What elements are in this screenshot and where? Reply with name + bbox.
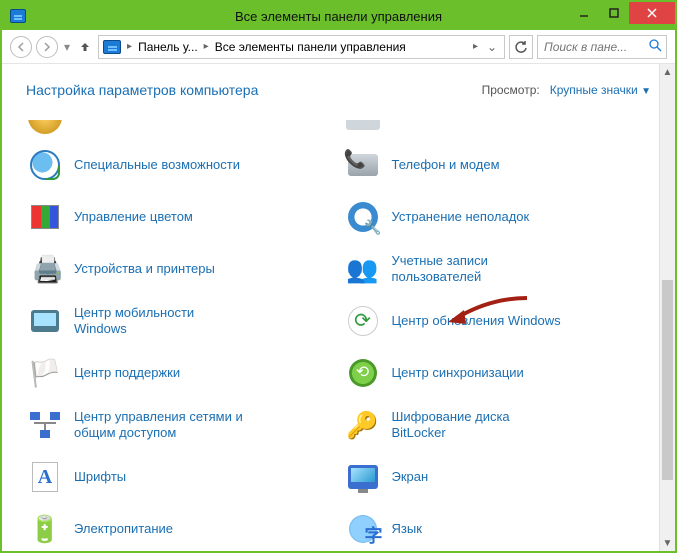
- scrollbar-thumb[interactable]: [662, 280, 673, 480]
- content-area: Настройка параметров компьютера Просмотр…: [2, 64, 675, 551]
- bitlocker-icon: 🔑: [346, 408, 380, 442]
- phone-modem-icon: [346, 148, 380, 182]
- back-button[interactable]: [10, 36, 32, 58]
- minimize-button[interactable]: [569, 2, 599, 24]
- cp-item-label: Центр мобильности Windows: [74, 305, 244, 338]
- close-button[interactable]: [629, 2, 675, 24]
- refresh-button[interactable]: [509, 35, 533, 59]
- breadcrumb-root[interactable]: Панель у...: [138, 40, 198, 54]
- cp-item-label: Шрифты: [74, 469, 126, 485]
- page-title: Настройка параметров компьютера: [26, 82, 258, 98]
- window-controls: [569, 2, 675, 24]
- mobility-center-icon: [28, 304, 62, 338]
- cp-item-devices-printers[interactable]: 🖨️ Устройства и принтеры: [28, 252, 334, 286]
- cp-item-label: Электропитание: [74, 521, 173, 537]
- cp-item-color-management[interactable]: Управление цветом: [28, 200, 334, 234]
- breadcrumb-dropdown[interactable]: ⌄: [484, 40, 500, 54]
- ease-of-access-icon: [28, 148, 62, 182]
- view-controls: Просмотр: Крупные значки ▼: [482, 83, 651, 97]
- cp-item-label: Телефон и модем: [392, 157, 500, 173]
- cp-item-ease-of-access[interactable]: Специальные возможности: [28, 148, 334, 182]
- cp-item-action-center[interactable]: 🏳️ Центр поддержки: [28, 356, 334, 390]
- windows-update-icon: ⟳: [346, 304, 380, 338]
- cp-item-display[interactable]: Экран: [346, 460, 652, 494]
- cp-item-phone-modem[interactable]: Телефон и модем: [346, 148, 652, 182]
- color-management-icon: [28, 200, 62, 234]
- cp-item-mobility-center[interactable]: Центр мобильности Windows: [28, 304, 334, 338]
- cp-item-label: Устройства и принтеры: [74, 261, 215, 277]
- troubleshooting-icon: [346, 200, 380, 234]
- page-header: Настройка параметров компьютера Просмотр…: [2, 64, 675, 110]
- navbar: ▾ ▸ Панель у... ▸ Все элементы панели уп…: [2, 30, 675, 64]
- history-dropdown[interactable]: ▾: [62, 40, 72, 54]
- cp-item-windows-update[interactable]: ⟳ Центр обновления Windows: [346, 304, 652, 338]
- cp-item-bitlocker[interactable]: 🔑 Шифрование диска BitLocker: [346, 408, 652, 442]
- control-panel-icon: [103, 40, 121, 54]
- scroll-up-icon[interactable]: ▲: [660, 64, 675, 80]
- devices-printers-icon: 🖨️: [28, 252, 62, 286]
- cp-item-label: Центр обновления Windows: [392, 313, 561, 329]
- chevron-down-icon: ▼: [641, 86, 651, 97]
- display-icon: [346, 460, 380, 494]
- view-dropdown[interactable]: Крупные значки ▼: [550, 83, 651, 97]
- cp-item-label: Центр синхронизации: [392, 365, 524, 381]
- cp-item-label: Устранение неполадок: [392, 209, 530, 225]
- cp-item-user-accounts[interactable]: 👥 Учетные записи пользователей: [346, 252, 652, 286]
- control-panel-icon: [10, 9, 26, 23]
- fonts-icon: A: [28, 460, 62, 494]
- search-input[interactable]: [542, 39, 645, 55]
- sync-center-icon: ⟲: [346, 356, 380, 390]
- cp-item-label: Экран: [392, 469, 429, 485]
- cp-item-label: Центр поддержки: [74, 365, 180, 381]
- cp-item-fonts[interactable]: A Шрифты: [28, 460, 334, 494]
- cp-item-network-sharing[interactable]: Центр управления сетями и общим доступом: [28, 408, 334, 442]
- cp-item-label: Специальные возможности: [74, 157, 240, 173]
- chevron-right-icon[interactable]: ▸: [471, 41, 480, 52]
- cp-item-label: Центр управления сетями и общим доступом: [74, 409, 244, 442]
- up-button[interactable]: [76, 38, 94, 56]
- action-center-icon: 🏳️: [28, 356, 62, 390]
- network-sharing-icon: [28, 408, 62, 442]
- maximize-button[interactable]: [599, 2, 629, 24]
- view-value: Крупные значки: [550, 83, 638, 97]
- breadcrumb[interactable]: ▸ Панель у... ▸ Все элементы панели упра…: [98, 35, 505, 59]
- cp-item-language[interactable]: Язык: [346, 512, 652, 546]
- cp-item-sync-center[interactable]: ⟲ Центр синхронизации: [346, 356, 652, 390]
- partial-item-left[interactable]: [28, 120, 62, 134]
- user-accounts-icon: 👥: [346, 252, 380, 286]
- view-label: Просмотр:: [482, 83, 540, 97]
- vertical-scrollbar[interactable]: ▲ ▼: [659, 64, 675, 551]
- cp-item-power-options[interactable]: 🔋 Электропитание: [28, 512, 334, 546]
- partial-row: [28, 120, 651, 134]
- forward-button[interactable]: [36, 36, 58, 58]
- power-options-icon: 🔋: [28, 512, 62, 546]
- language-icon: [346, 512, 380, 546]
- titlebar: Все элементы панели управления: [2, 2, 675, 30]
- cp-item-label: Учетные записи пользователей: [392, 253, 562, 286]
- scroll-down-icon[interactable]: ▼: [660, 535, 675, 551]
- items-viewport: Специальные возможности Телефон и модем Уп…: [2, 120, 659, 551]
- items-grid: Специальные возможности Телефон и модем Уп…: [28, 148, 651, 546]
- chevron-right-icon[interactable]: ▸: [202, 41, 211, 52]
- chevron-right-icon[interactable]: ▸: [125, 41, 134, 52]
- search-icon: [649, 39, 662, 55]
- cp-item-label: Шифрование диска BitLocker: [392, 409, 562, 442]
- cp-item-label: Управление цветом: [74, 209, 193, 225]
- breadcrumb-current[interactable]: Все элементы панели управления: [215, 40, 467, 54]
- cp-item-label: Язык: [392, 521, 422, 537]
- partial-item-right[interactable]: [346, 120, 380, 134]
- cp-item-troubleshooting[interactable]: Устранение неполадок: [346, 200, 652, 234]
- search-box[interactable]: [537, 35, 667, 59]
